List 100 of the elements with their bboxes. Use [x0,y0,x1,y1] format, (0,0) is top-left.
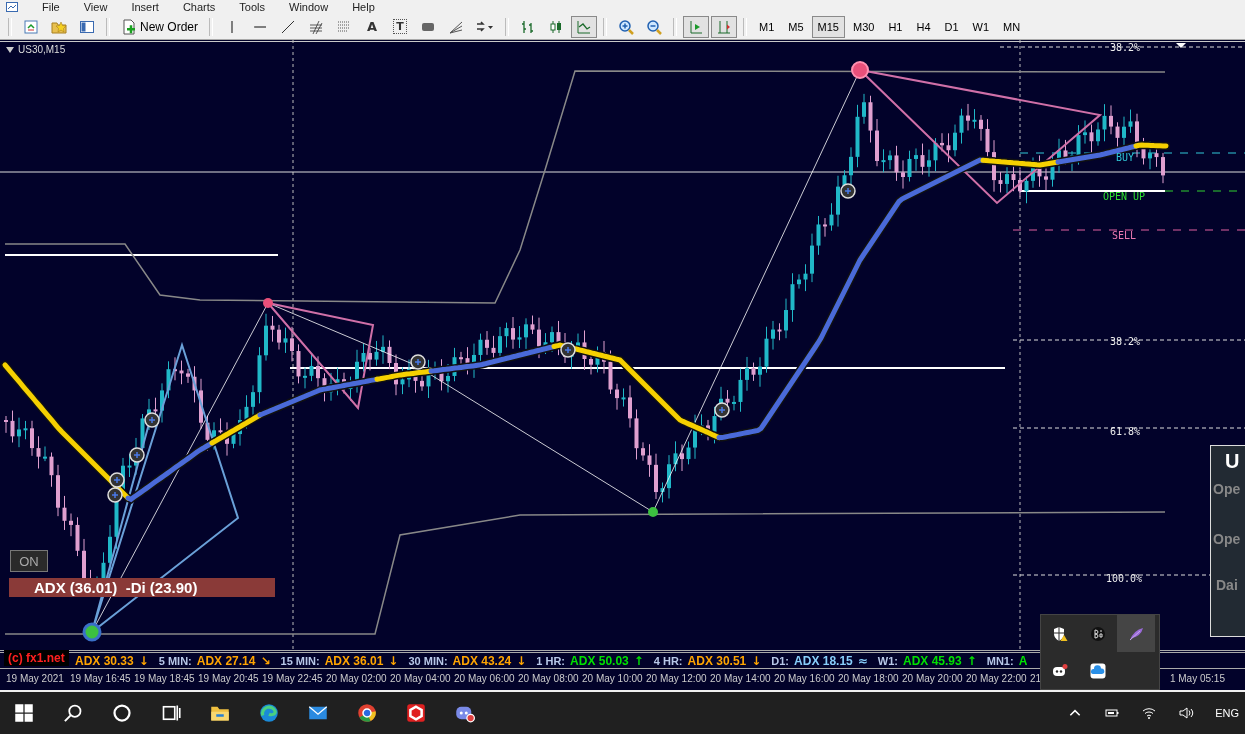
time-axis-label: 20 May 04:00 [390,673,452,684]
signal-marker [410,354,426,370]
volume-icon[interactable] [1178,706,1195,720]
zoom-out-icon [646,18,662,35]
browser-icon[interactable] [259,703,279,723]
bar-chart-icon [520,18,536,35]
trend-arrow: ≈ [857,653,868,668]
round-app-icon [1090,625,1106,642]
chat-app-icon [1052,662,1068,679]
timeframe-button[interactable]: M5 [782,15,810,38]
dropdown-triangle-icon[interactable] [6,46,14,53]
signal-marker [129,447,145,463]
signal-label: OPEN UP [1103,191,1146,202]
timeframe-button[interactable]: D1 [938,15,965,38]
line-chart-icon [576,18,592,35]
line-tool-button[interactable] [571,15,597,38]
window-panel-icon [79,18,95,35]
new-order-button[interactable]: New Order [116,15,203,38]
horizontal-line-icon [254,25,266,28]
menu-item[interactable]: Window [289,1,329,13]
timeframe-button[interactable]: W1 [966,15,996,38]
chrome-browser-icon[interactable] [357,703,377,723]
time-axis-label: 20 May 14:00 [710,673,772,684]
timeframe-label: 15 MIN: [280,654,320,667]
time-axis-label: 20 May 10:00 [582,673,644,684]
time-axis-label: 20 May 20:00 [902,673,964,684]
time-axis-label: 21 [1030,673,1043,684]
fibonacci-level-label: 38.2% [1110,42,1141,53]
time-axis-label: 19 May 16:45 [70,673,132,684]
menu-item[interactable]: Insert [131,1,159,13]
menu-item[interactable]: Tools [239,1,265,13]
signal-label: SELL [1112,230,1137,241]
search-icon[interactable] [63,703,83,723]
vertical-line-icon [231,20,233,33]
app-icon [6,2,18,12]
channel-icon [308,18,324,35]
timeframe-button[interactable]: H4 [910,15,937,38]
signal-marker [714,402,730,418]
timeframe-button[interactable]: H1 [882,15,909,38]
info-panel-text: U [1224,450,1241,473]
wifi-icon[interactable] [1141,706,1158,720]
menu-item[interactable]: View [83,1,108,13]
time-axis-label: 19 May 2021 [6,673,65,684]
adx-value: A [1018,653,1028,668]
task-view-icon[interactable] [161,703,181,723]
dotted-lines-icon [336,18,352,35]
time-axis-label: 20 May 12:00 [646,673,708,684]
chart-window-icon [23,18,39,35]
time-axis-label: 20 May 16:00 [774,673,836,684]
fibonacci-level-label: 100.0% [1106,573,1143,584]
pivot-marker [82,622,102,642]
language-indicator[interactable]: ENG [1215,707,1239,719]
time-axis-label: 20 May 02:00 [326,673,388,684]
battery-icon[interactable] [1104,706,1121,720]
text-tool-button[interactable]: A [359,15,385,38]
signal-marker [144,412,160,428]
time-axis-label: 19 May 22:45 [262,673,324,684]
signal-marker [560,342,576,358]
time-axis-label: 19 May 18:45 [134,673,196,684]
hexagon-app-icon[interactable] [406,703,426,723]
timeframe-button[interactable]: MN [997,15,1027,38]
windows-start-icon[interactable] [14,703,34,723]
cloud-icon [1090,662,1106,679]
timeframe-label: 5 MIN: [158,654,192,667]
time-axis-label: 20 May 22:00 [966,673,1028,684]
on-toggle-button[interactable]: ON [10,550,48,572]
feather-icon [1128,625,1144,642]
trend-arrow: ↑ [633,653,644,668]
play-axis-icon [688,18,704,35]
trend-arrow: ↓ [516,653,527,668]
timeframe-label: D1: [771,654,790,667]
signal-marker [109,472,125,488]
time-axis-label: 19 May 20:45 [198,673,260,684]
time-axis-label: 20 May 06:00 [454,673,516,684]
signal-label: BUY [1116,152,1135,163]
menu-item[interactable]: Charts [182,1,216,13]
timeframe-button[interactable]: M15 [811,15,845,38]
circle-icon[interactable] [112,703,132,723]
adx-value: ADX 36.01 [324,653,384,668]
document-plus-icon [121,18,137,35]
adx-value: ADX 43.24 [452,653,512,668]
pivot-marker [851,61,869,79]
signal-marker [840,183,856,199]
timeframe-button[interactable]: M1 [753,15,781,38]
shift-tool-button[interactable] [711,15,737,38]
timeframe-button[interactable]: M30 [847,15,881,38]
trend-arrow: ↓ [388,653,399,668]
adx-value: ADX 27.14 [196,653,256,668]
menu-item[interactable]: Help [352,1,375,13]
info-panel-text: Ope [1212,531,1242,547]
time-axis-label: 20 May 08:00 [518,673,580,684]
label-tool-button[interactable]: T [387,15,413,38]
menu-item[interactable]: File [42,1,60,13]
fibonacci-level-label: 38.2% [1110,336,1141,347]
fibonacci-level-label: 61.8% [1110,426,1141,437]
autoscroll-tool-button[interactable] [683,15,709,38]
timeframe-label: MN1: [986,654,1014,667]
trend-arrow: ↓ [751,653,762,668]
trend-arrow: ↑ [966,653,977,668]
adx-value: ADX 30.33 [75,653,134,668]
